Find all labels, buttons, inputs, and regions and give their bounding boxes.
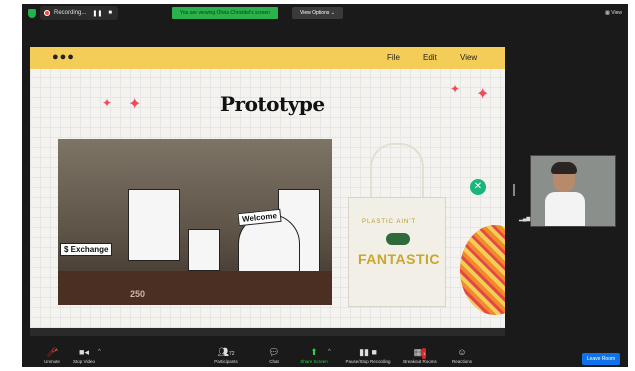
chevron-up-icon[interactable]: ^ <box>98 349 101 355</box>
model-building <box>188 229 220 271</box>
view-button[interactable]: ▦ View <box>605 10 622 16</box>
shared-screen: ●●● File Edit View ✦ ✦ ✦ ✦ Prototype $ E… <box>30 47 505 336</box>
reactions-icon: ☺ <box>457 347 467 357</box>
participants-count: 72 <box>228 351 235 357</box>
close-icon[interactable]: ✕ <box>470 179 486 195</box>
stop-icon[interactable]: ■ <box>108 10 112 16</box>
chevron-up-icon[interactable]: ^ <box>328 349 331 355</box>
slide-header-bar: ●●● File Edit View <box>30 47 505 69</box>
striped-circle-decoration <box>460 225 505 315</box>
photo-sign-number: 250 <box>130 289 146 299</box>
bag-text-top: PLASTIC AIN'T <box>362 219 417 225</box>
sparkle-icon: ✦ <box>476 86 490 103</box>
reactions-label: Reactions <box>451 359 472 364</box>
video-camera-icon: ■◂ <box>79 347 89 357</box>
meeting-toolbar: 🎤︎ Unmute ^ ■◂ Stop Video ^ 👥︎72 Partici… <box>22 347 628 367</box>
view-label: View <box>611 10 622 16</box>
pause-recording-label: Pause/Stop Recording <box>345 359 391 364</box>
share-screen-label: Share Screen <box>300 359 328 364</box>
recording-label: Recording... <box>54 10 87 16</box>
tote-bag-handle <box>370 143 424 205</box>
window-dots-icon: ●●● <box>52 51 75 63</box>
stop-video-button[interactable]: ■◂ Stop Video <box>54 347 114 364</box>
participant-shirt <box>545 192 585 226</box>
participant-hair <box>551 162 577 174</box>
photo-sign-exchange: $ Exchange <box>60 243 113 256</box>
share-banner: You are viewing Olivia Christdel's scree… <box>172 7 278 19</box>
pause-icon[interactable]: ❚❚ <box>92 10 102 17</box>
top-bar: Recording... ❚❚ ■ You are viewing Olivia… <box>22 4 628 22</box>
share-screen-button[interactable]: ⬆ Share Screen <box>284 347 344 364</box>
split-drag-handle[interactable] <box>513 184 515 196</box>
prototype-photo: $ Exchange Welcome 250 <box>58 139 332 305</box>
model-building <box>128 189 180 261</box>
participant-video-tile[interactable] <box>530 155 616 227</box>
sparkle-icon: ✦ <box>450 82 461 96</box>
recording-indicator: Recording... ❚❚ ■ <box>40 6 119 20</box>
sparkle-icon: ✦ <box>128 96 142 113</box>
chat-label: Chat <box>269 359 279 364</box>
slide-bottom-bar <box>30 328 505 336</box>
slide-menu-view: View <box>460 53 478 62</box>
share-screen-icon: ⬆ <box>310 347 318 357</box>
slide-menu-edit: Edit <box>423 53 437 62</box>
leaf-icon <box>386 233 410 245</box>
shield-icon[interactable] <box>28 9 36 18</box>
leave-room-button[interactable]: Leave Room <box>582 353 620 365</box>
photo-shelf: 250 <box>58 271 332 305</box>
pause-stop-recording-button[interactable]: ▮▮ ■ Pause/Stop Recording <box>338 347 398 364</box>
record-dot-icon <box>44 10 50 16</box>
view-options-button[interactable]: View Options ⌄ <box>292 7 343 19</box>
grid-icon: ▦ <box>605 10 610 16</box>
stop-video-label: Stop Video <box>73 359 95 364</box>
slide-menu-file: File <box>387 53 400 62</box>
bag-text-main: FANTASTIC <box>358 251 441 267</box>
breakout-badge: 1 <box>422 348 427 359</box>
pause-stop-icon: ▮▮ ■ <box>359 347 377 357</box>
sparkle-icon: ✦ <box>102 96 113 110</box>
participants-label: Participants <box>214 359 238 364</box>
reactions-button[interactable]: ☺ Reactions <box>432 347 492 364</box>
zoom-window: Recording... ❚❚ ■ You are viewing Olivia… <box>22 4 628 367</box>
signal-icon: ▂▄▆ <box>519 216 531 222</box>
slide-title: Prototype <box>220 92 325 116</box>
